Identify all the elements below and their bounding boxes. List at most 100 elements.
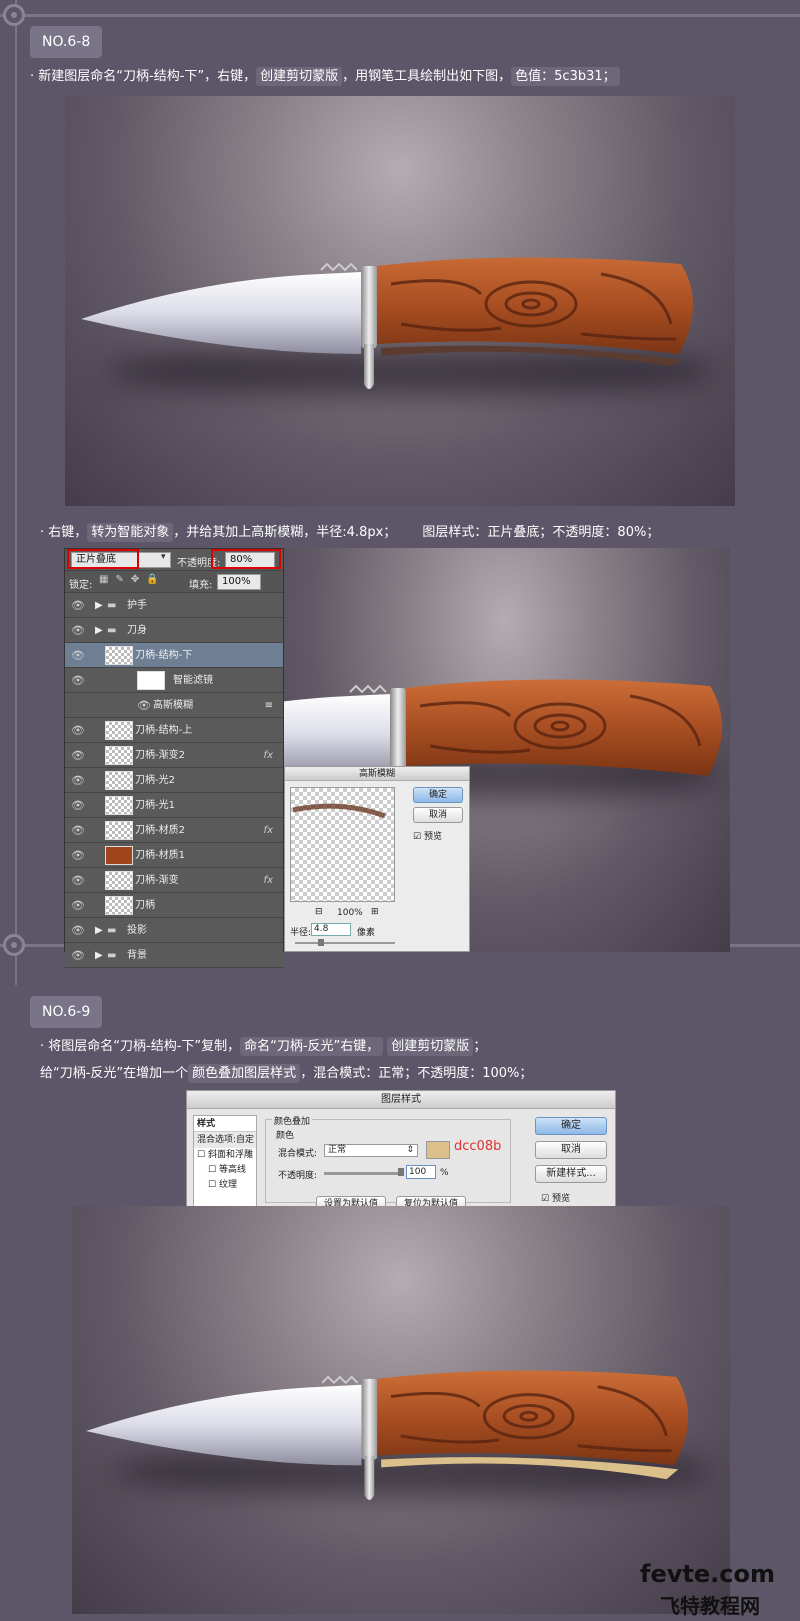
layer-row[interactable]: 👁 刀柄-光1	[65, 793, 283, 818]
filter-options-icon[interactable]: ≡	[265, 693, 273, 718]
expand-arrow-icon[interactable]: ▶	[95, 593, 103, 618]
layer-row[interactable]: 👁 ▶ ▬ 护手	[65, 593, 283, 618]
new-style-button[interactable]: 新建样式...	[535, 1165, 607, 1183]
layer-row[interactable]: 👁 刀柄-渐变 fx	[65, 868, 283, 893]
expand-arrow-icon[interactable]: ▶	[95, 943, 103, 968]
color-overlay-section: 颜色叠加 颜色 混合模式: 正常 ⇕ dcc08b 不透明度: 100 % 设置为…	[265, 1114, 511, 1207]
fill-input[interactable]: 100%	[217, 574, 261, 590]
blend-mode-select[interactable]: 正常 ⇕	[324, 1144, 418, 1157]
opacity-slider-handle[interactable]	[398, 1168, 404, 1176]
eye-icon[interactable]: 👁	[71, 793, 85, 818]
cancel-button[interactable]: 取消	[535, 1141, 607, 1159]
layer-row[interactable]: 👁 ≡ 高斯模糊	[65, 693, 283, 718]
blur-preview	[290, 787, 395, 902]
style-sidebar: 样式 混合选项:自定 ☐ 斜面和浮雕 ☐ 等高线 ☐ 纹理	[193, 1115, 257, 1207]
eye-icon[interactable]: 👁	[71, 618, 85, 643]
layer-row[interactable]: 👁 ▶ ▬ 投影	[65, 918, 283, 943]
preview-checkbox[interactable]: ☑ 预览	[541, 1191, 570, 1204]
ok-button[interactable]: 确定	[535, 1117, 607, 1135]
ok-button[interactable]: 确定	[413, 787, 463, 803]
layer-name: 刀柄-结构-上	[135, 725, 193, 736]
eye-icon[interactable]: 👁	[71, 868, 85, 893]
timeline-node-icon	[3, 4, 25, 26]
eye-icon[interactable]: 👁	[71, 768, 85, 793]
fx-icon[interactable]: fx	[264, 818, 273, 843]
eye-icon[interactable]: 👁	[71, 743, 85, 768]
knife-svg	[81, 257, 694, 389]
layer-name: 背景	[127, 950, 147, 961]
layer-thumbnail	[105, 821, 133, 840]
zoom-out-icon[interactable]: ⊟	[315, 907, 323, 917]
folder-icon: ▬	[107, 925, 117, 936]
sidebar-item-label: 斜面和浮雕	[207, 1150, 253, 1160]
layer-row[interactable]: 👁 刀柄-材质2 fx	[65, 818, 283, 843]
zoom-in-icon[interactable]: ⊞	[371, 907, 379, 917]
chevron-down-icon: ⇕	[406, 1145, 414, 1155]
cancel-button[interactable]: 取消	[413, 807, 463, 823]
instruction-highlight: 创建剪切蒙版	[256, 67, 343, 86]
layer-row[interactable]: 👁 刀柄	[65, 893, 283, 918]
opacity-label: 不透明度:	[278, 1171, 318, 1181]
eye-icon[interactable]: 👁	[71, 918, 85, 943]
blade-shape	[280, 694, 390, 776]
dialog-title: 高斯模糊	[285, 767, 469, 781]
sidebar-item-texture[interactable]: ☐ 纹理	[194, 1178, 256, 1193]
expand-arrow-icon[interactable]: ▶	[95, 918, 103, 943]
radius-input[interactable]: 4.8	[311, 923, 351, 936]
fx-icon[interactable]: fx	[264, 868, 273, 893]
sidebar-item-bevel[interactable]: ☐ 斜面和浮雕	[194, 1148, 256, 1163]
instruction-highlight: 转为智能对象	[87, 523, 174, 542]
preview-checkbox[interactable]: ☑ 预览	[413, 829, 442, 842]
knife-illustration	[81, 244, 701, 394]
expand-arrow-icon[interactable]: ▶	[95, 618, 103, 643]
layer-row[interactable]: 👁 ▶ ▬ 背景	[65, 943, 283, 968]
layer-thumbnail	[105, 896, 133, 915]
sidebar-item-blend-options[interactable]: 混合选项:自定	[194, 1132, 256, 1148]
color-code-label: dcc08b	[454, 1139, 502, 1154]
sidebar-item-contour[interactable]: ☐ 等高线	[194, 1163, 256, 1178]
layer-thumbnail	[105, 771, 133, 790]
layer-row[interactable]: 👁 刀柄-光2	[65, 768, 283, 793]
guard-tail	[364, 1455, 375, 1500]
layer-name: 刀柄-材质1	[135, 850, 185, 861]
folder-icon: ▬	[107, 625, 117, 636]
opacity-slider[interactable]	[324, 1172, 400, 1175]
eye-icon[interactable]: 👁	[71, 843, 85, 868]
eye-icon[interactable]: 👁	[71, 893, 85, 918]
layer-row[interactable]: 👁 ▶ ▬ 刀身	[65, 618, 283, 643]
fx-icon[interactable]: fx	[264, 743, 273, 768]
layer-name: 高斯模糊	[153, 700, 193, 711]
layer-row[interactable]: 👁 智能滤镜	[65, 668, 283, 693]
eye-icon[interactable]: 👁	[137, 693, 151, 718]
color-swatch[interactable]	[426, 1141, 450, 1159]
eye-icon[interactable]: 👁	[71, 718, 85, 743]
layer-row[interactable]: 👁 刀柄-渐变2 fx	[65, 743, 283, 768]
radius-slider[interactable]	[295, 942, 395, 944]
preview-label: 预览	[423, 832, 442, 842]
knife-render-image-3	[72, 1206, 730, 1614]
layer-row[interactable]: 👁 刀柄-结构-上	[65, 718, 283, 743]
fill-label: 填充:	[189, 580, 213, 591]
eye-icon[interactable]: 👁	[71, 593, 85, 618]
blade-serration	[320, 262, 358, 272]
eye-icon[interactable]: 👁	[71, 643, 85, 668]
layer-thumbnail	[105, 646, 133, 665]
layers-panel-top: 正片叠底 ▾ 不透明度: 80%	[65, 549, 283, 571]
layer-row[interactable]: 👁 刀柄-结构-下	[65, 643, 283, 668]
eye-icon[interactable]: 👁	[71, 668, 85, 693]
instruction-text: ，并给其加上高斯模糊，半径:4.8px；	[173, 525, 397, 540]
eye-icon[interactable]: 👁	[71, 818, 85, 843]
layer-name: 智能滤镜	[173, 675, 213, 686]
lock-icons[interactable]: ▦✎✥🔒	[99, 574, 166, 585]
radius-slider-handle[interactable]	[318, 939, 324, 946]
eye-icon[interactable]: 👁	[71, 943, 85, 968]
subsection-title: 颜色	[276, 1131, 295, 1141]
opacity-input[interactable]: 100	[406, 1165, 436, 1179]
instruction-highlight: 颜色叠加图层样式	[188, 1064, 301, 1083]
instruction-text: · 右键，	[40, 525, 88, 540]
preview-stroke	[292, 803, 386, 819]
color-value-highlight: 色值：5c3b31；	[511, 67, 620, 86]
layer-row[interactable]: 👁 刀柄-材质1	[65, 843, 283, 868]
sidebar-item-label: 等高线	[218, 1165, 246, 1175]
layer-list: 👁 ▶ ▬ 护手 👁 ▶ ▬ 刀身 👁 刀柄-结构-下 👁 智能滤镜 👁 ≡ 高斯模糊 👁 刀柄-结构-上 👁 刀柄…	[65, 593, 283, 968]
